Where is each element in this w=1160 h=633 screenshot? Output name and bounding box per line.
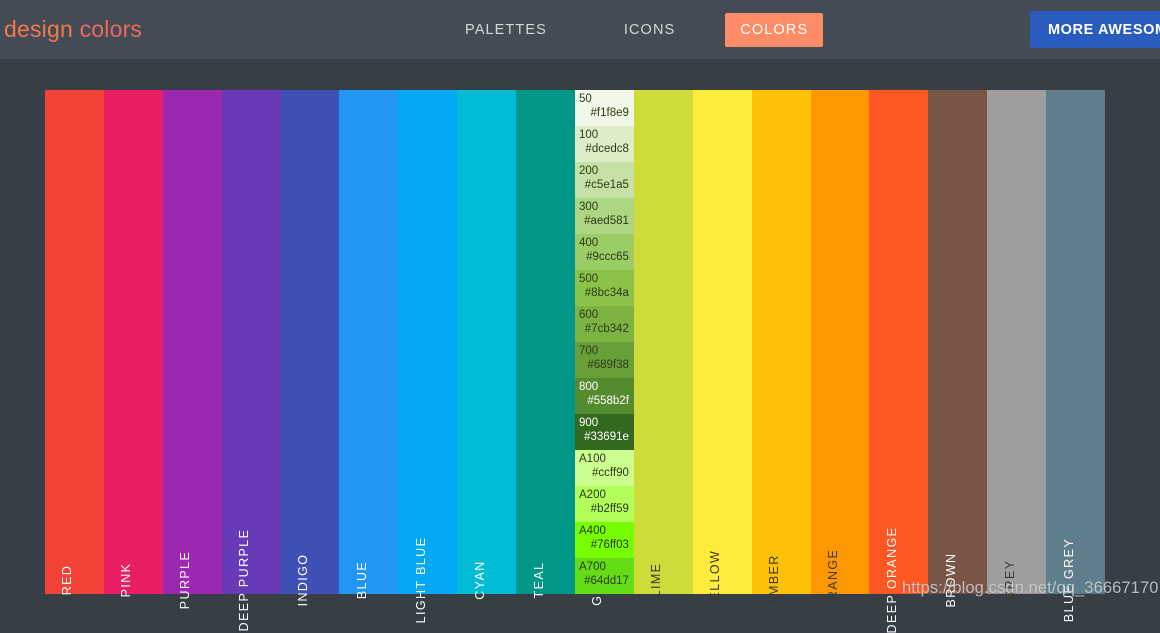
shade-swatch[interactable]: A700 #64dd17	[575, 558, 634, 594]
palette-column-label: LIME	[649, 562, 664, 598]
shade-hex-value: #b2ff59	[590, 503, 629, 515]
shade-level-label: 100	[579, 129, 599, 141]
shade-level-label: A100	[579, 453, 606, 465]
palette-column-deep-orange[interactable]: DEEP ORANGE	[869, 90, 929, 633]
shade-hex-value: #aed581	[584, 215, 629, 227]
palette-column-label: CYAN	[472, 560, 487, 600]
palette-column-blue-grey[interactable]: BLUE GREY	[1046, 90, 1106, 622]
shade-hex-value: #c5e1a5	[584, 179, 629, 191]
palette-column-label: INDIGO	[296, 553, 310, 607]
shade-swatch[interactable]: 700 #689f38	[575, 342, 634, 378]
shade-hex-value: #558b2f	[587, 395, 629, 407]
palette-column-orange[interactable]: ORANGE	[810, 90, 870, 611]
palette-column-red[interactable]: RED	[45, 90, 104, 596]
palette-column-pink[interactable]: PINK	[103, 90, 163, 597]
shade-hex-value: #ccff90	[592, 467, 629, 479]
shade-swatch[interactable]: A400 #76ff03	[575, 522, 634, 558]
palette-column-grey[interactable]: GREY	[987, 90, 1047, 601]
shade-level-label: 50	[579, 93, 592, 105]
shade-level-label: 200	[579, 165, 599, 177]
palette-column-label: PINK	[119, 562, 134, 598]
palette-column-brown[interactable]: BROWN	[928, 90, 988, 607]
main-navigation: PALETTES ICONS COLORS	[451, 13, 824, 47]
logo-word-design: design	[4, 16, 80, 42]
palette-column-amber[interactable]: AMBER	[751, 90, 811, 606]
shade-hex-value: #f1f8e9	[590, 107, 629, 119]
shade-level-label: A200	[579, 489, 606, 501]
shade-swatch[interactable]: 100 #dcedc8	[575, 126, 634, 162]
shade-detail-overlay[interactable]: 50 #f1f8e9 100 #dcedc8 200 #c5e1a5 300 #aed581 4…	[575, 90, 634, 594]
palette-column-teal[interactable]: TEAL	[516, 90, 576, 598]
more-awesome-button[interactable]: MORE AWESOME	[1030, 11, 1160, 48]
palette-column-lime[interactable]: LIME	[633, 90, 693, 597]
nav-item-palettes[interactable]: PALETTES	[451, 14, 561, 46]
shade-swatch[interactable]: 400 #9ccc65	[575, 234, 634, 270]
palette-column-purple[interactable]: PURPLE	[162, 90, 222, 609]
shade-hex-value: #8bc34a	[584, 287, 629, 299]
shade-swatch[interactable]: 800 #558b2f	[575, 378, 634, 414]
palette-column-green[interactable]: GREEN50#f1f8e9100#dcedc8200#c5e1a5300#ae…	[575, 90, 634, 606]
shade-swatch[interactable]: 200 #c5e1a5	[575, 162, 634, 198]
shade-swatch[interactable]: 300 #aed581	[575, 198, 634, 234]
shade-level-label: A400	[579, 525, 606, 537]
palette-column-label: ORANGE	[826, 548, 841, 612]
shade-swatch[interactable]: 50 #f1f8e9	[575, 90, 634, 126]
shade-hex-value: #689f38	[587, 359, 629, 371]
shade-level-label: 300	[579, 201, 599, 213]
color-palette-grid: RED PINK PURPLE DEEP PURPLE INDIGO BLUE LIGHT …	[45, 90, 1106, 633]
nav-item-colors[interactable]: COLORS	[725, 13, 824, 47]
shade-level-label: 800	[579, 381, 599, 393]
shade-hex-value: #7cb342	[584, 323, 629, 335]
shade-hex-value: #64dd17	[584, 575, 629, 587]
shade-level-label: 700	[579, 345, 599, 357]
shade-level-label: 600	[579, 309, 599, 321]
shade-swatch[interactable]: A100 #ccff90	[575, 450, 634, 486]
shade-level-label: 900	[579, 417, 599, 429]
palette-column-label: DEEP ORANGE	[884, 526, 899, 633]
shade-level-label: A700	[579, 561, 606, 573]
shade-swatch[interactable]: 900 #33691e	[575, 414, 634, 450]
shade-swatch[interactable]: 600 #7cb342	[575, 306, 634, 342]
palette-column-label: DEEP PURPLE	[237, 528, 252, 632]
palette-column-label: YELLOW	[708, 549, 723, 611]
shade-swatch[interactable]: A200 #b2ff59	[575, 486, 634, 522]
palette-column-label: RED	[60, 564, 75, 596]
shade-level-label: 400	[579, 237, 599, 249]
palette-column-light-blue[interactable]: LIGHT BLUE	[398, 90, 458, 623]
palette-column-blue[interactable]: BLUE	[339, 90, 399, 599]
shade-level-label: 500	[579, 273, 599, 285]
shade-hex-value: #9ccc65	[586, 251, 629, 263]
palette-column-indigo[interactable]: INDIGO	[280, 90, 340, 606]
palette-column-label: PURPLE	[178, 550, 193, 610]
top-header-bar: design colors PALETTES ICONS COLORS MORE…	[0, 0, 1160, 59]
shade-swatch[interactable]: 500 #8bc34a	[575, 270, 634, 306]
palette-column-label: BLUE	[354, 560, 369, 600]
nav-item-icons[interactable]: ICONS	[610, 14, 689, 46]
watermark-url: https://blog.csdn.net/qq_36667170	[902, 579, 1159, 597]
shade-hex-value: #33691e	[584, 431, 629, 443]
shade-hex-value: #dcedc8	[585, 143, 629, 155]
palette-column-label: AMBER	[767, 554, 782, 606]
shade-hex-value: #76ff03	[590, 539, 629, 551]
palette-column-label: TEAL	[531, 561, 546, 599]
site-logo[interactable]: design colors	[4, 16, 142, 43]
palette-column-label: LIGHT BLUE	[413, 536, 428, 624]
palette-column-yellow[interactable]: YELLOW	[692, 90, 752, 610]
palette-column-deep-purple[interactable]: DEEP PURPLE	[221, 90, 281, 631]
logo-word-colors: colors	[79, 16, 143, 42]
palette-column-cyan[interactable]: CYAN	[457, 90, 517, 600]
